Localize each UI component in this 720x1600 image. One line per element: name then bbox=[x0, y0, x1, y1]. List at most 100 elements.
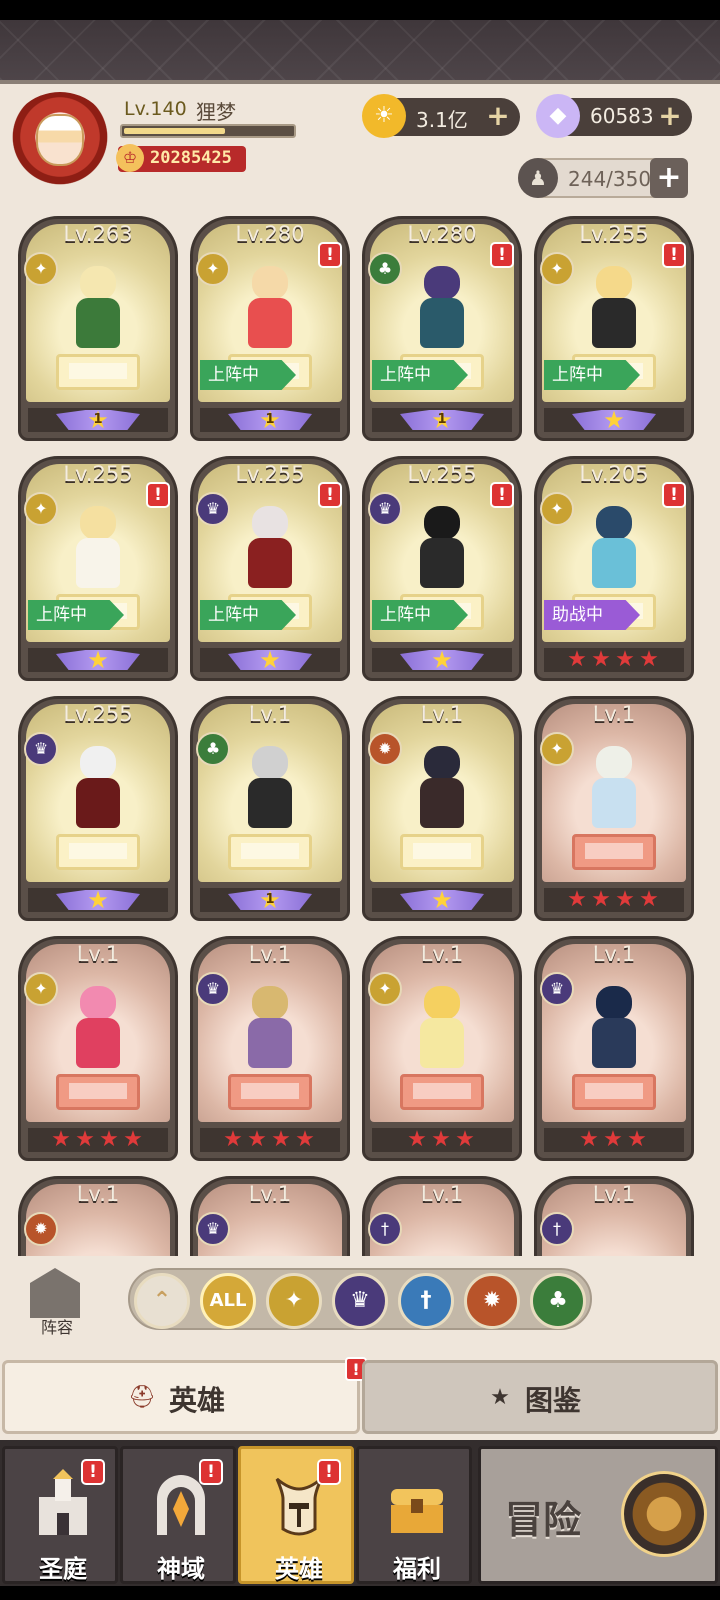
tab-heroes-label: 英雄 bbox=[169, 1384, 226, 1417]
hero-sprite bbox=[574, 266, 654, 362]
dark-class-icon: ♛ bbox=[540, 972, 574, 1006]
hero-card[interactable]: Lv.255 ✦ ! 上阵中 ★ bbox=[534, 216, 694, 441]
player-level: Lv.140 bbox=[124, 98, 187, 120]
gold-value: 3.1亿 bbox=[416, 108, 468, 132]
red-star-icon: ★ bbox=[455, 1127, 475, 1152]
gold-add-button[interactable]: + bbox=[484, 101, 512, 131]
hero-alert-badge: ! bbox=[318, 482, 342, 508]
red-star-icon: ★ bbox=[123, 1127, 143, 1152]
hero-card[interactable]: Lv.205 ✦ ! 助战中 ★ ★ ★ ★ bbox=[534, 456, 694, 681]
nav-welfare[interactable]: 福利 bbox=[356, 1446, 472, 1584]
dark-class-icon: ♛ bbox=[368, 492, 402, 526]
hero-star-rank: ★ ★ ★ bbox=[372, 1128, 512, 1152]
hero-card[interactable]: Lv.1 † bbox=[534, 1176, 694, 1256]
hero-level: Lv.1 bbox=[592, 1182, 636, 1206]
hero-status-label: 上阵中 bbox=[200, 360, 296, 390]
hero-sprite-head bbox=[596, 266, 632, 300]
hero-status-label: 上阵中 bbox=[372, 360, 468, 390]
hero-card[interactable]: Lv.1 † bbox=[362, 1176, 522, 1256]
red-star-icon: ★ bbox=[567, 647, 587, 672]
sun-coin-icon: ☀ bbox=[362, 94, 406, 138]
tab-codex[interactable]: ★ 图鉴 bbox=[362, 1360, 718, 1434]
hero-level: Lv.1 bbox=[592, 942, 636, 966]
hero-card[interactable]: Lv.280 ♣ ! 上阵中 ★ 1 bbox=[362, 216, 522, 441]
filter-fire-button[interactable]: ✹ bbox=[464, 1273, 520, 1329]
dark-class-icon: ♛ bbox=[24, 732, 58, 766]
hero-star-rank: ★ ★ ★ ★ bbox=[544, 648, 684, 672]
hero-level: Lv.1 bbox=[76, 942, 120, 966]
hero-card[interactable]: Lv.1 ✦ ★ ★ ★ ★ bbox=[534, 696, 694, 921]
hero-status-label: 上阵中 bbox=[544, 360, 640, 390]
hero-card[interactable]: Lv.1 ✦ ★ ★ ★ ★ bbox=[18, 936, 178, 1161]
hero-status-label: 上阵中 bbox=[28, 600, 124, 630]
nav-welfare-label: 福利 bbox=[393, 1555, 441, 1583]
hero-star-rank: ★ bbox=[28, 648, 168, 672]
hero-card[interactable]: Lv.255 ♛ ! 上阵中 ★ bbox=[190, 456, 350, 681]
helmet-icon: ⛑ bbox=[128, 1385, 156, 1410]
hero-level: Lv.255 bbox=[63, 702, 133, 726]
hero-level: Lv.1 bbox=[420, 702, 464, 726]
hero-sprite-head bbox=[252, 986, 288, 1020]
hero-card[interactable]: Lv.263 ✦ ★ 1 bbox=[18, 216, 178, 441]
player-name: 狸梦 bbox=[196, 100, 236, 124]
filter-bar: 阵容 ⌃ ALL ✦ ♛ † ✹ ♣ bbox=[0, 1256, 720, 1342]
hero-card[interactable]: Lv.280 ✦ ! 上阵中 ★ 1 bbox=[190, 216, 350, 441]
filter-sort-up-button[interactable]: ⌃ bbox=[134, 1273, 190, 1329]
star-number: 1 bbox=[265, 412, 275, 427]
hero-sprite-head bbox=[80, 506, 116, 540]
tab-heroes[interactable]: ⛑ 英雄 ! bbox=[2, 1357, 367, 1434]
filter-dark-button[interactable]: ♛ bbox=[332, 1273, 388, 1329]
nav-adventure[interactable]: 冒险 bbox=[478, 1446, 718, 1584]
hero-sprite-body bbox=[248, 1018, 292, 1068]
nav-sanctuary-label: 圣庭 bbox=[39, 1555, 87, 1583]
filter-nature-button[interactable]: ♣ bbox=[530, 1273, 586, 1329]
red-star-icon: ★ bbox=[271, 1127, 291, 1152]
capacity-add-button[interactable]: + bbox=[650, 158, 688, 198]
hero-sprite-head bbox=[80, 986, 116, 1020]
hero-alert-badge: ! bbox=[662, 482, 686, 508]
hero-sprite bbox=[230, 266, 310, 362]
nav-sanctuary[interactable]: 圣庭 ! bbox=[2, 1446, 118, 1584]
diamond-add-button[interactable]: + bbox=[656, 101, 684, 131]
hero-card[interactable]: Lv.1 ♛ bbox=[190, 1176, 350, 1256]
hero-card[interactable]: Lv.1 ✹ ★ bbox=[362, 696, 522, 921]
filter-all-button[interactable]: ALL bbox=[200, 1273, 256, 1329]
hero-sprite-body bbox=[76, 538, 120, 588]
hero-sprite bbox=[402, 986, 482, 1082]
hero-card[interactable]: Lv.255 ♛ ★ bbox=[18, 696, 178, 921]
nav-divine-realm-alert-badge: ! bbox=[199, 1459, 223, 1485]
hero-star-rank: ★ bbox=[28, 888, 168, 912]
hero-card[interactable]: Lv.255 ♛ ! 上阵中 ★ bbox=[362, 456, 522, 681]
star-icon: ★ bbox=[431, 886, 453, 914]
hero-card[interactable]: Lv.1 ✦ ★ ★ ★ bbox=[362, 936, 522, 1161]
nav-heroes[interactable]: 英雄 ! bbox=[238, 1446, 354, 1584]
hero-sprite-body bbox=[420, 538, 464, 588]
light-class-icon: ✦ bbox=[368, 972, 402, 1006]
nav-divine-realm[interactable]: 神域 ! bbox=[120, 1446, 236, 1584]
filter-light-button[interactable]: ✦ bbox=[266, 1273, 322, 1329]
filter-water-button[interactable]: † bbox=[398, 1273, 454, 1329]
hero-card[interactable]: Lv.255 ✦ ! 上阵中 ★ bbox=[18, 456, 178, 681]
hero-sprite-body bbox=[248, 538, 292, 588]
star-number: 1 bbox=[437, 412, 447, 427]
hero-sprite-body bbox=[76, 298, 120, 348]
hero-card[interactable]: Lv.1 ♛ ★ ★ ★ bbox=[534, 936, 694, 1161]
hero-sprite bbox=[574, 986, 654, 1082]
hero-level: Lv.1 bbox=[248, 942, 292, 966]
hero-card[interactable]: Lv.1 ✹ bbox=[18, 1176, 178, 1256]
red-star-icon: ★ bbox=[223, 1127, 243, 1152]
star-icon: ★ bbox=[431, 646, 453, 674]
light-class-icon: ✦ bbox=[196, 252, 230, 286]
red-star-icon: ★ bbox=[99, 1127, 119, 1152]
player-avatar[interactable] bbox=[8, 92, 112, 192]
hero-sprite-body bbox=[420, 778, 464, 828]
water-class-icon: † bbox=[540, 1212, 574, 1246]
hero-card[interactable]: Lv.1 ♣ ★ 1 bbox=[190, 696, 350, 921]
water-class-icon: † bbox=[368, 1212, 402, 1246]
diamond-value: 60583 bbox=[590, 104, 654, 128]
hero-status-label: 上阵中 bbox=[372, 600, 468, 630]
exp-bar bbox=[120, 124, 296, 138]
hero-card[interactable]: Lv.1 ♛ ★ ★ ★ ★ bbox=[190, 936, 350, 1161]
lineup-button[interactable]: 阵容 bbox=[22, 1264, 92, 1340]
nav-divine-realm-label: 神域 bbox=[157, 1555, 205, 1583]
